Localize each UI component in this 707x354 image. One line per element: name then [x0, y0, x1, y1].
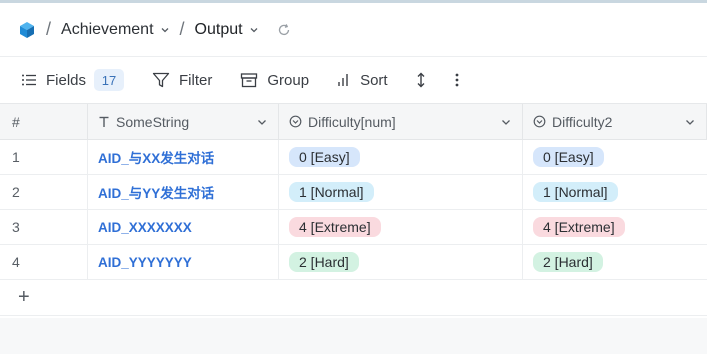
column-header-label: Difficulty[num]	[308, 113, 396, 130]
difficulty-tag: 0 [Easy]	[289, 147, 360, 167]
breadcrumb-separator: /	[46, 19, 52, 39]
breadcrumb-separator: /	[179, 19, 185, 39]
column-header-difficulty-num[interactable]: Difficulty[num]	[279, 104, 523, 139]
group-button[interactable]: Group	[240, 72, 309, 89]
group-label: Group	[267, 71, 310, 89]
difficulty-tag: 1 [Normal]	[533, 182, 618, 202]
breadcrumb-label: Achievement	[61, 20, 154, 38]
table-row[interactable]: 1 AID_与XX发生对话 0 [Easy] 0 [Easy]	[0, 140, 707, 175]
difficulty-tag: 4 [Extreme]	[533, 217, 625, 237]
chevron-down-icon	[160, 25, 170, 35]
row-index: 2	[0, 175, 88, 209]
chevron-down-icon[interactable]	[500, 116, 512, 128]
fields-count-badge: 17	[94, 69, 125, 91]
difficulty-tag: 2 [Hard]	[289, 252, 359, 272]
sort-bars-icon	[337, 72, 351, 88]
column-header-index: #	[0, 104, 88, 139]
difficulty-num-cell[interactable]: 4 [Extreme]	[279, 210, 523, 244]
grid-footer-area	[0, 318, 707, 354]
app-logo-icon[interactable]	[18, 21, 36, 39]
table-row[interactable]: 2 AID_与YY发生对话 1 [Normal] 1 [Normal]	[0, 175, 707, 210]
row-index: 1	[0, 140, 88, 174]
chevron-down-icon[interactable]	[256, 116, 268, 128]
column-header-difficulty2[interactable]: Difficulty2	[523, 104, 707, 139]
filter-icon	[152, 72, 170, 88]
text-type-icon	[98, 116, 110, 128]
breadcrumb-item-achievement[interactable]: Achievement	[61, 21, 170, 39]
somestring-cell[interactable]: AID_YYYYYYY	[88, 245, 279, 279]
sort-label: Sort	[360, 71, 388, 89]
single-select-icon	[533, 115, 546, 128]
difficulty-tag: 0 [Easy]	[533, 147, 604, 167]
single-select-icon	[289, 115, 302, 128]
difficulty-num-cell[interactable]: 1 [Normal]	[279, 175, 523, 209]
difficulty-tag: 1 [Normal]	[289, 182, 374, 202]
difficulty-tag: 4 [Extreme]	[289, 217, 381, 237]
difficulty2-cell[interactable]: 1 [Normal]	[523, 175, 707, 209]
difficulty-num-cell[interactable]: 0 [Easy]	[279, 140, 523, 174]
plus-icon: +	[18, 286, 30, 308]
row-height-button[interactable]	[416, 72, 426, 88]
breadcrumb-label: Output	[194, 20, 243, 38]
filter-label: Filter	[179, 71, 213, 89]
table-row[interactable]: 3 AID_XXXXXXX 4 [Extreme] 4 [Extreme]	[0, 210, 707, 245]
table-row[interactable]: 4 AID_YYYYYYY 2 [Hard] 2 [Hard]	[0, 245, 707, 280]
toolbar: Fields 17 Filter Group Sort	[0, 57, 707, 104]
difficulty2-cell[interactable]: 0 [Easy]	[523, 140, 707, 174]
row-index: 4	[0, 245, 88, 279]
difficulty2-cell[interactable]: 4 [Extreme]	[523, 210, 707, 244]
somestring-cell[interactable]: AID_与XX发生对话	[88, 140, 279, 174]
row-height-icon	[416, 72, 426, 88]
difficulty2-cell[interactable]: 2 [Hard]	[523, 245, 707, 279]
column-header-somestring[interactable]: SomeString	[88, 104, 279, 139]
sort-button[interactable]: Sort	[337, 72, 388, 89]
filter-button[interactable]: Filter	[152, 72, 212, 89]
difficulty-num-cell[interactable]: 2 [Hard]	[279, 245, 523, 279]
column-header-label: Difficulty2	[552, 113, 613, 130]
add-row-button[interactable]: +	[0, 280, 707, 316]
list-icon	[21, 73, 37, 87]
breadcrumb-item-output[interactable]: Output	[195, 21, 259, 39]
fields-button[interactable]: Fields 17	[21, 69, 125, 91]
chevron-down-icon	[249, 25, 259, 35]
header-row: # SomeString Difficulty[num] Difficulty2	[0, 104, 707, 140]
group-icon	[240, 72, 258, 88]
somestring-cell[interactable]: AID_与YY发生对话	[88, 175, 279, 209]
fields-label: Fields	[46, 71, 87, 89]
more-vertical-icon	[454, 72, 460, 88]
row-index: 3	[0, 210, 88, 244]
more-options-button[interactable]	[454, 72, 460, 88]
somestring-cell[interactable]: AID_XXXXXXX	[88, 210, 279, 244]
chevron-down-icon[interactable]	[684, 116, 696, 128]
data-grid: # SomeString Difficulty[num] Difficulty2…	[0, 104, 707, 316]
column-header-label: SomeString	[116, 113, 190, 130]
refresh-icon[interactable]	[277, 23, 291, 37]
difficulty-tag: 2 [Hard]	[533, 252, 603, 272]
breadcrumb: / Achievement / Output	[0, 3, 707, 57]
